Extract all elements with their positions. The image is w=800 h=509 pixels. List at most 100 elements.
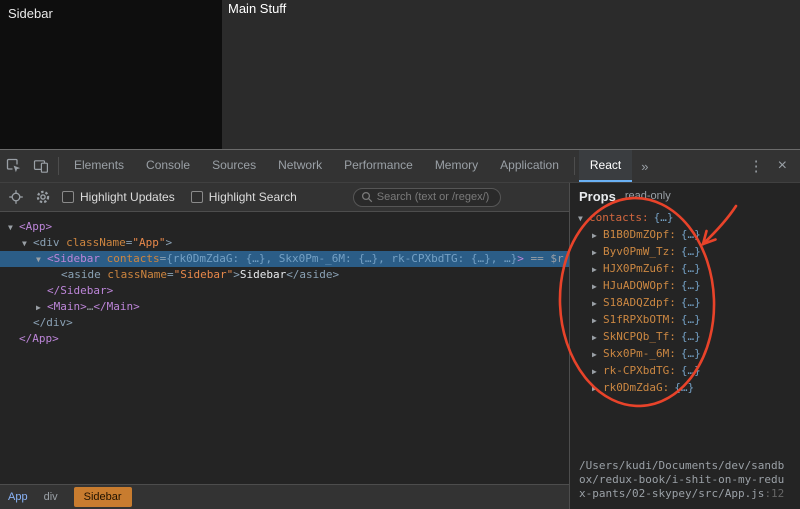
tab-elements[interactable]: Elements	[63, 150, 135, 182]
prop-key: S18ADQZdpf:	[603, 296, 676, 309]
code-segment: <Main>	[47, 300, 87, 313]
code-segment: </aside>	[286, 268, 340, 281]
disclosure-triangle[interactable]: ▶	[592, 312, 603, 329]
code-segment: =	[166, 268, 174, 281]
props-entry-row[interactable]: ▶ HJuADQWOpf: {…}	[570, 277, 800, 294]
more-tabs-chevron[interactable]: »	[632, 159, 657, 174]
disclosure-triangle[interactable]: ▶	[592, 380, 603, 397]
code-segment: <div	[33, 236, 67, 249]
disclosure-triangle[interactable]: ▶	[592, 278, 603, 295]
code-segment: </Main>	[93, 300, 140, 313]
app-sidebar-region: Sidebar	[0, 0, 222, 149]
props-list: ▼ contacts: {…} ▶ B1B0DmZOpf: {…} ▶ Byv0PmW_Tz:…	[570, 209, 800, 396]
highlight-updates-option[interactable]: Highlight Updates	[62, 190, 175, 204]
prop-value: {…}	[680, 364, 701, 377]
devtools-tabs: Elements Console Sources Network Performance…	[63, 150, 633, 182]
prop-key: HJX0PmZu6f:	[603, 262, 676, 275]
disclosure-triangle[interactable]: ▶	[592, 227, 603, 244]
props-entry-row[interactable]: ▶ Byv0PmW_Tz: {…}	[570, 243, 800, 260]
props-entry-row[interactable]: ▶ S1fRPXbOTM: {…}	[570, 311, 800, 328]
code-segment: </div>	[33, 316, 73, 329]
app-main-label: Main Stuff	[228, 1, 287, 16]
tabbar-divider	[58, 157, 59, 175]
props-entry-row[interactable]: ▶ S18ADQZdpf: {…}	[570, 294, 800, 311]
tab-application[interactable]: Application	[489, 150, 570, 182]
props-entry-row[interactable]: ▶ rk-CPXbdTG: {…}	[570, 362, 800, 379]
component-tree: ▼ <App> ▼ <div className="App"> ▼ <Sidebar co…	[0, 212, 569, 484]
highlight-search-checkbox[interactable]	[190, 191, 203, 203]
tab-sources[interactable]: Sources	[201, 150, 267, 182]
props-entry-row[interactable]: ▶ rk0DmZdaG: {…}	[570, 379, 800, 396]
disclosure-triangle[interactable]: ▶	[36, 300, 47, 316]
props-root-row[interactable]: ▼ contacts: {…}	[570, 209, 800, 226]
disclosure-triangle[interactable]: ▶	[592, 346, 603, 363]
source-path-text: /Users/kudi/Documents/dev/sandbox/redux-…	[579, 459, 785, 500]
search-box[interactable]	[352, 187, 501, 207]
disclosure-triangle[interactable]: ▶	[592, 363, 603, 380]
disclosure-triangle[interactable]: ▼	[36, 252, 47, 268]
disclosure-triangle[interactable]: ▼	[22, 236, 33, 252]
tree-row[interactable]: ▼ <App>	[0, 219, 569, 235]
source-line-number: :12	[764, 487, 785, 500]
prop-key: Skx0Pm-_6M:	[603, 347, 676, 360]
disclosure-triangle[interactable]: ▶	[592, 295, 603, 312]
tab-performance[interactable]: Performance	[333, 150, 424, 182]
prop-value: {…}	[680, 262, 701, 275]
devtools-panel: Elements Console Sources Network Performance…	[0, 150, 800, 509]
code-segment: "App"	[132, 236, 166, 249]
code-segment: <aside	[61, 268, 108, 281]
app-main-region: Main Stuff	[222, 0, 800, 149]
tab-react[interactable]: React	[578, 150, 633, 182]
code-segment: </Sidebar>	[47, 284, 114, 297]
devtools-close-icon[interactable]: ×	[774, 157, 800, 175]
highlight-updates-checkbox[interactable]	[62, 191, 74, 203]
code-segment: contacts	[106, 252, 160, 265]
tree-row[interactable]: </App>	[0, 331, 569, 347]
disclosure-triangle[interactable]: ▶	[592, 261, 603, 278]
app-preview: Sidebar Main Stuff	[0, 0, 800, 150]
tree-row[interactable]: ▼ <Sidebar contacts={rk0DmZdaG: {…}, Skx0…	[0, 251, 569, 267]
tree-row[interactable]: <aside className="Sidebar">Sidebar</asid…	[0, 267, 569, 283]
tree-row[interactable]: ▼ <div className="App">	[0, 235, 569, 251]
inspect-element-icon[interactable]	[0, 158, 27, 174]
code-segment: {rk0DmZdaG: {…}, Skx0Pm-_6M: {…}, rk-CPX…	[166, 252, 518, 265]
disclosure-triangle[interactable]: ▶	[592, 329, 603, 346]
tab-memory[interactable]: Memory	[424, 150, 489, 182]
gear-icon[interactable]	[35, 189, 51, 205]
inspect-target-icon[interactable]	[8, 189, 24, 205]
code-segment: >	[517, 252, 524, 265]
devtools-menu-icon[interactable]: ⋮	[739, 157, 774, 175]
prop-value: {…}	[653, 211, 674, 224]
source-path-link[interactable]: /Users/kudi/Documents/dev/sandbox/redux-…	[570, 459, 790, 509]
breadcrumb-item-div[interactable]: div	[44, 491, 58, 503]
prop-value: {…}	[680, 279, 701, 292]
device-toolbar-icon[interactable]	[27, 158, 54, 174]
prop-key: rk-CPXbdTG:	[603, 364, 676, 377]
highlight-search-option[interactable]: Highlight Search	[190, 190, 297, 204]
prop-value: {…}	[680, 330, 701, 343]
tab-network[interactable]: Network	[267, 150, 333, 182]
prop-key: S1fRPXbOTM:	[603, 313, 676, 326]
props-entry-row[interactable]: ▶ B1B0DmZOpf: {…}	[570, 226, 800, 243]
react-toolbar: Highlight Updates Highlight Search	[0, 183, 569, 212]
tree-row[interactable]: </div>	[0, 315, 569, 331]
props-entry-row[interactable]: ▶ Skx0Pm-_6M: {…}	[570, 345, 800, 362]
code-segment: className	[107, 268, 167, 281]
props-entry-row[interactable]: ▶ HJX0PmZu6f: {…}	[570, 260, 800, 277]
code-segment: >	[233, 268, 240, 281]
prop-key: Byv0PmW_Tz:	[603, 245, 676, 258]
code-segment: Sidebar	[239, 268, 287, 281]
tab-console[interactable]: Console	[135, 150, 201, 182]
tree-row[interactable]: ▶ <Main>…</Main>	[0, 299, 569, 315]
breadcrumb-item-app[interactable]: App	[8, 491, 28, 503]
props-entry-row[interactable]: ▶ SkNCPQb_Tf: {…}	[570, 328, 800, 345]
search-input[interactable]	[376, 191, 493, 203]
code-segment: </App>	[19, 332, 59, 345]
disclosure-triangle[interactable]: ▼	[578, 210, 589, 227]
disclosure-triangle[interactable]: ▶	[592, 244, 603, 261]
breadcrumb-item-sidebar[interactable]: Sidebar	[73, 487, 132, 507]
disclosure-triangle[interactable]: ▼	[8, 220, 19, 236]
code-segment: <App>	[19, 220, 53, 233]
prop-value: {…}	[680, 313, 701, 326]
tree-row[interactable]: </Sidebar>	[0, 283, 569, 299]
